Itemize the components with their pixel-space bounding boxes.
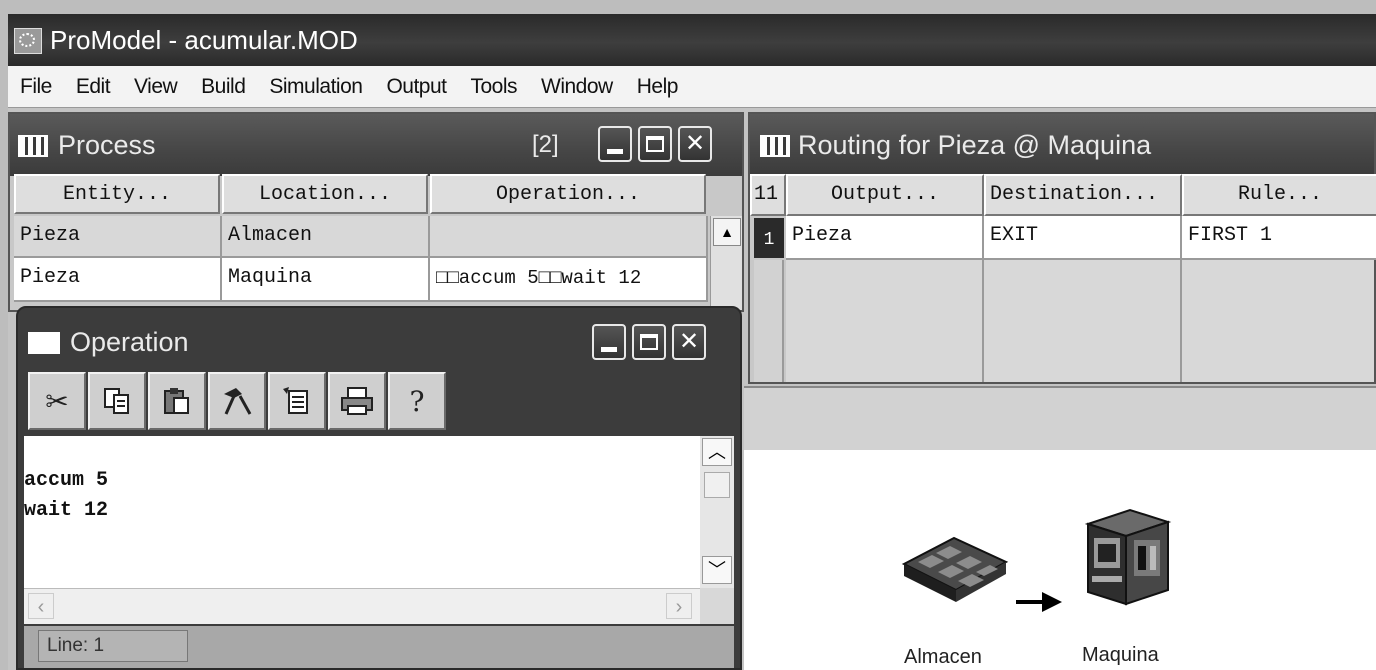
routing-title: Routing for Pieza @ Maquina [798,130,1152,160]
copy-button[interactable] [88,372,146,430]
process-location-cell[interactable]: Maquina [222,258,430,302]
process-entity-cell[interactable]: Pieza [14,216,222,258]
paste-button[interactable] [148,372,206,430]
menu-edit[interactable]: Edit [64,75,122,99]
build-hammer-button[interactable] [208,372,266,430]
close-button[interactable]: ✕ [678,126,712,162]
operation-titlebar[interactable]: Operation ✕ [18,308,740,370]
routing-rule-cell[interactable]: FIRST 1 [1182,216,1376,260]
maximize-button[interactable] [632,324,666,360]
maximize-icon [640,334,658,350]
route-arrow-icon [1016,592,1062,612]
code-line: accum 5 [24,469,109,492]
paste-icon [164,388,189,414]
window-index-badge: [2] [532,131,559,158]
routing-empty-cell[interactable] [984,260,1182,382]
close-icon: ✕ [678,328,700,355]
hammer-icon [224,388,252,415]
maquina-machine-icon[interactable] [1078,504,1174,614]
maximize-button[interactable] [638,126,672,162]
copy-icon [104,388,129,414]
process-titlebar[interactable]: Process [2] ✕ [10,114,742,176]
menu-file[interactable]: File [8,75,64,99]
routing-empty-cell[interactable] [1182,260,1374,382]
maximize-icon [646,136,664,152]
window-icon [28,332,60,354]
scroll-left-icon[interactable]: ‹ [28,593,54,619]
help-button[interactable]: ? [388,372,446,430]
routing-destination-cell[interactable]: EXIT [984,216,1182,260]
scissors-icon: ✂ [45,385,69,417]
process-operation-header[interactable]: Operation... [430,174,706,214]
menu-output[interactable]: Output [374,75,458,99]
process-vertical-scrollbar[interactable]: ▲ [710,216,742,310]
operation-editor[interactable]: accum 5 wait 12 [24,436,700,588]
routing-row-number-header: 11 [750,174,786,216]
grid-window-icon [18,135,48,157]
minimize-icon [601,346,617,352]
minimize-icon [607,148,623,154]
scroll-up-icon[interactable]: ▲ [713,218,741,246]
routing-output-header[interactable]: Output... [786,174,984,216]
process-location-cell[interactable]: Almacen [222,216,430,258]
layout-canvas[interactable]: Almacen Maquina [744,450,1376,670]
document-icon [283,387,308,414]
process-title: Process [58,130,156,160]
menu-window[interactable]: Window [529,75,625,99]
routing-rule-header[interactable]: Rule... [1182,174,1376,216]
menu-simulation[interactable]: Simulation [257,75,374,99]
close-icon: ✕ [684,130,706,157]
almacen-pallet-icon[interactable] [894,532,1014,612]
operation-window: Operation ✕ ✂ ? accum 5 wait 12 ︿ ﹀ ‹ › … [16,306,742,670]
almacen-label: Almacen [904,646,982,668]
process-entity-header[interactable]: Entity... [14,174,220,214]
process-window: Process [2] ✕ Entity... Location... Oper… [8,112,744,312]
layout-toolbar-strip [744,386,1376,450]
routing-row-header-empty [754,260,784,382]
menu-build[interactable]: Build [189,75,257,99]
menu-bar: File Edit View Build Simulation Output T… [8,66,1376,108]
app-title: ProModel - acumular.MOD [50,25,358,55]
code-line: wait 12 [24,499,109,522]
scroll-down-icon[interactable]: ﹀ [702,556,732,584]
editor-horizontal-scrollbar[interactable]: ‹ › [24,588,700,624]
scroll-right-icon[interactable]: › [666,593,692,619]
app-titlebar: ProModel - acumular.MOD [8,14,1376,66]
new-document-button[interactable] [268,372,326,430]
process-location-header[interactable]: Location... [222,174,428,214]
printer-icon [341,387,373,415]
maquina-label: Maquina [1082,644,1159,666]
menu-tools[interactable]: Tools [458,75,529,99]
process-operation-cell[interactable] [430,216,708,258]
promodel-app-icon [14,28,42,54]
process-operation-cell[interactable]: □□accum 5□□wait 12 [430,258,708,302]
menu-view[interactable]: View [122,75,189,99]
routing-destination-header[interactable]: Destination... [984,174,1182,216]
scroll-up-icon[interactable]: ︿ [702,438,732,466]
editor-vertical-scrollbar[interactable]: ︿ ﹀ [700,436,734,588]
menu-help[interactable]: Help [625,75,690,99]
routing-empty-cell[interactable] [786,260,984,382]
scroll-corner [700,588,734,624]
close-button[interactable]: ✕ [672,324,706,360]
minimize-button[interactable] [592,324,626,360]
routing-window: Routing for Pieza @ Maquina 11 Output...… [748,112,1376,384]
line-indicator: Line: 1 [38,630,188,662]
operation-title: Operation [70,327,189,357]
minimize-button[interactable] [598,126,632,162]
cut-button[interactable]: ✂ [28,372,86,430]
operation-status-bar: Line: 1 [24,626,734,668]
routing-titlebar[interactable]: Routing for Pieza @ Maquina [750,114,1374,176]
print-button[interactable] [328,372,386,430]
grid-window-icon [760,135,790,157]
routing-output-cell[interactable]: Pieza [786,216,984,260]
process-entity-cell[interactable]: Pieza [14,258,222,302]
scroll-thumb[interactable] [704,472,730,498]
routing-row-number[interactable]: 1 [754,218,784,258]
help-question-icon: ? [409,384,425,418]
